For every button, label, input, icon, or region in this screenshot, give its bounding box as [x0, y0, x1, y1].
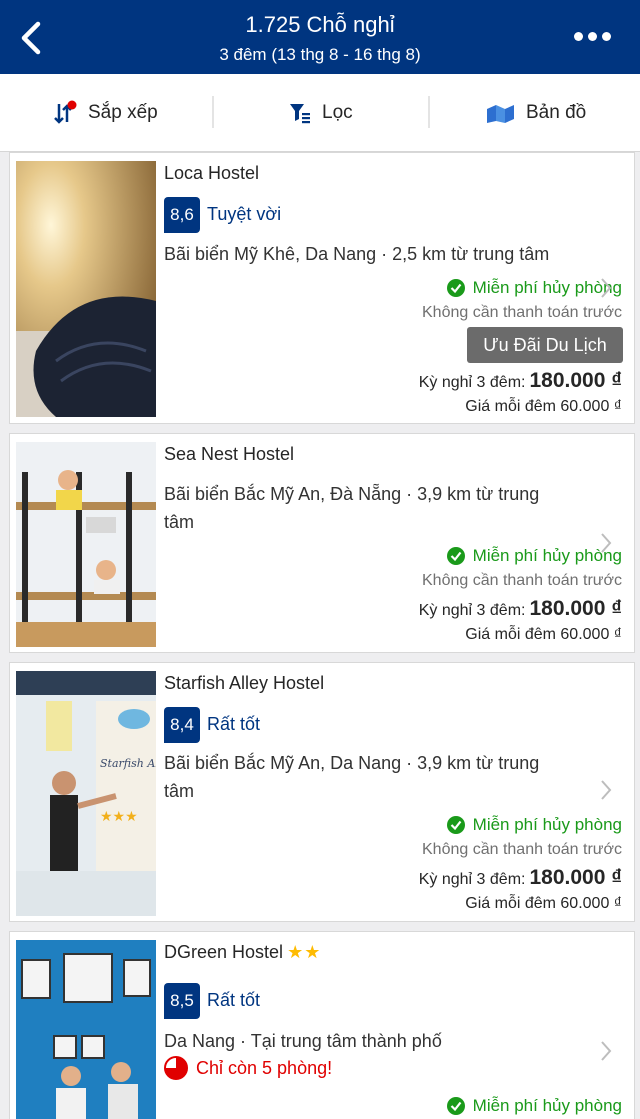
- review-score-word: Rất tốt: [207, 714, 261, 734]
- photo-sign-text: Starfish Alley Hostel: [100, 757, 156, 770]
- check-circle-icon: [446, 279, 465, 297]
- sort-label: Sắp xếp: [88, 102, 158, 123]
- travel-deal-badge: Ưu Đãi Du Lịch: [467, 327, 623, 363]
- filter-button[interactable]: Lọc: [288, 74, 353, 152]
- review-score-badge: 8,4: [164, 707, 200, 743]
- hotel-location: Bãi biển Mỹ Khê, Da Nang · 2,5 km từ tru…: [164, 244, 550, 264]
- top-header: 1.725 Chỗ nghỉ 3 đêm (13 thg 8 - 16 thg …: [0, 0, 640, 74]
- chevron-right-icon: [601, 533, 612, 553]
- total-price: 180.000 ₫: [529, 369, 622, 392]
- free-cancellation-text: Miễn phí hủy phòng: [472, 1096, 622, 1115]
- stay-price-line: Kỳ nghỉ 3 đêm: 180.000 ₫: [419, 597, 622, 621]
- map-label: Bản đồ: [526, 102, 587, 123]
- hotel-name[interactable]: DGreen Hostel ★★: [164, 942, 321, 963]
- hotel-photo: [16, 442, 156, 647]
- review-score-badge: 8,6: [164, 197, 200, 233]
- check-circle-icon: [446, 547, 465, 565]
- toolbar-divider: [428, 96, 430, 128]
- clock-icon: [164, 1056, 188, 1080]
- no-prepayment-text: Không cần thanh toán trước: [422, 572, 622, 589]
- date-range-subtitle: 3 đêm (13 thg 8 - 16 thg 8): [219, 45, 421, 64]
- price-per-night: Giá mỗi đêm 60.000 ₫: [465, 398, 622, 415]
- review-score-word: Tuyệt vời: [207, 204, 282, 224]
- filter-icon: [290, 104, 310, 124]
- stay-label: Kỳ nghỉ 3 đêm:: [418, 602, 526, 619]
- hotel-location: Da Nang · Tại trung tâm thành phố: [164, 1031, 442, 1051]
- toolbar-divider: [212, 96, 214, 128]
- no-prepayment-text: Không cần thanh toán trước: [422, 841, 622, 858]
- hotel-photo: Starfish Alley Hostel ★★★: [16, 671, 156, 916]
- more-dots-icon[interactable]: [574, 30, 612, 42]
- free-cancellation-text: Miễn phí hủy phòng: [472, 815, 622, 834]
- hotel-name-text: DGreen Hostel: [164, 942, 284, 962]
- urgency-message: Chỉ còn 5 phòng!: [164, 1056, 332, 1080]
- stay-price-line: Kỳ nghỉ 3 đêm: 180.000 ₫: [419, 866, 622, 890]
- filter-label: Lọc: [322, 102, 353, 123]
- sort-button[interactable]: Sắp xếp: [52, 74, 158, 152]
- free-cancellation: Miễn phí hủy phòng: [446, 1096, 622, 1116]
- price-per-night: Giá mỗi đêm 60.000 ₫: [465, 895, 622, 912]
- hotel-location: Bãi biển Bắc Mỹ An, Đà Nẵng · 3,9 km từ …: [164, 484, 540, 532]
- chevron-right-icon: [601, 278, 612, 298]
- sort-filter-toolbar: Sắp xếp Lọc Bản đồ: [0, 74, 640, 152]
- stay-label: Kỳ nghỉ 3 đêm:: [418, 871, 526, 888]
- page-title: 1.725 Chỗ nghỉ: [245, 12, 395, 37]
- chevron-right-icon: [601, 1041, 612, 1061]
- urgency-text: Chỉ còn 5 phòng!: [196, 1057, 333, 1078]
- map-button[interactable]: Bản đồ: [486, 74, 586, 152]
- hotel-photo: [16, 940, 156, 1119]
- sort-icon: [54, 100, 77, 124]
- hotel-card[interactable]: Starfish Alley Hostel ★★★ Starfish Alley…: [9, 662, 635, 922]
- free-cancellation: Miễn phí hủy phòng: [446, 278, 622, 298]
- total-price: 180.000 ₫: [529, 866, 622, 889]
- check-circle-icon: [446, 816, 465, 834]
- free-cancellation: Miễn phí hủy phòng: [446, 815, 622, 835]
- total-price: 180.000 ₫: [529, 597, 622, 620]
- price-per-night: Giá mỗi đêm 60.000 ₫: [465, 626, 622, 643]
- hotel-name[interactable]: Starfish Alley Hostel: [164, 673, 324, 694]
- review-score-word: Rất tốt: [207, 990, 261, 1010]
- stay-price-line: Kỳ nghỉ 3 đêm: 180.000 ₫: [419, 369, 622, 393]
- hotel-location: Bãi biển Bắc Mỹ An, Da Nang · 3,9 km từ …: [164, 753, 540, 801]
- hotel-card[interactable]: Sea Nest Hostel Bãi biển Bắc Mỹ An, Đà N…: [9, 433, 635, 653]
- free-cancellation: Miễn phí hủy phòng: [446, 546, 622, 566]
- map-icon: [487, 105, 514, 123]
- hotel-photo: [16, 161, 156, 417]
- no-prepayment-text: Không cần thanh toán trước: [422, 304, 622, 321]
- hotel-name[interactable]: Sea Nest Hostel: [164, 444, 294, 465]
- stay-label: Kỳ nghỉ 3 đêm:: [418, 374, 526, 391]
- hotel-card[interactable]: DGreen Hostel ★★ 8,5 Rất tốt Da Nang · Tạ…: [9, 931, 635, 1119]
- star-rating: ★★: [287, 942, 322, 962]
- chevron-right-icon: [601, 780, 612, 800]
- hotel-card[interactable]: Loca Hostel 8,6 Tuyệt vời Bãi biển Mỹ Kh…: [9, 152, 635, 424]
- hotel-name[interactable]: Loca Hostel: [164, 163, 259, 184]
- check-circle-icon: [446, 1097, 465, 1115]
- review-score-badge: 8,5: [164, 983, 200, 1019]
- svg-text:★★★: ★★★: [100, 808, 138, 824]
